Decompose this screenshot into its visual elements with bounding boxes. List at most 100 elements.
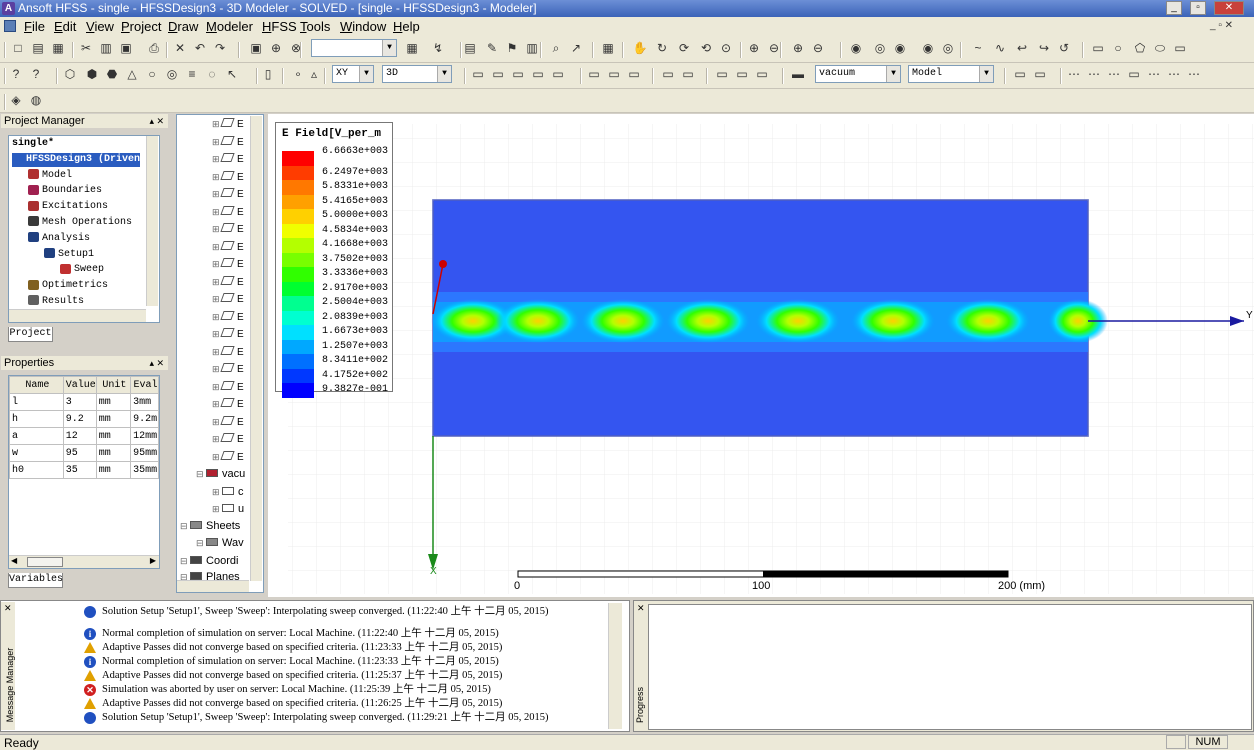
toolbar-1-icon-10[interactable]: ▣ xyxy=(248,40,264,56)
menu-edit[interactable]: Edit xyxy=(54,19,76,35)
menu-draw[interactable]: Draw xyxy=(168,19,198,35)
model-tree-item[interactable]: ⊞ E xyxy=(212,450,244,465)
toolbar-1-icon-40[interactable]: ↺ xyxy=(1056,40,1072,56)
toolbar-2-icon-18[interactable]: ▭ xyxy=(550,66,566,82)
toolbar-1-icon-26[interactable]: ⊙ xyxy=(718,40,734,56)
model-tree-group[interactable]: ⊞ u xyxy=(212,502,244,516)
model-tree-item[interactable]: ⊞ E xyxy=(212,362,244,377)
field-legend[interactable]: E Field[V_per_m 6.6663e+003 6.2497e+003 5.… xyxy=(275,122,393,398)
model-tree-item[interactable]: ⊞ E xyxy=(212,257,244,272)
project-tree-item[interactable]: Mesh Operations xyxy=(28,216,132,230)
message-row[interactable]: i Normal completion of simulation on serv… xyxy=(84,627,499,640)
menu-tools[interactable]: Tools xyxy=(300,19,330,35)
toolbar-2-icon-6[interactable]: ○ xyxy=(144,66,160,82)
toolbar-2-icon-17[interactable]: ▭ xyxy=(530,66,546,82)
model-tree-item[interactable]: ⊞ E xyxy=(212,415,244,430)
properties-cell[interactable]: 12 xyxy=(62,427,97,445)
close-button[interactable]: ✕ xyxy=(1214,1,1244,15)
toolbar-2-icon-36[interactable]: ⋯ xyxy=(1186,66,1202,82)
properties-cell[interactable]: 3 xyxy=(62,393,97,411)
toolbar-2-icon-14[interactable]: ▭ xyxy=(470,66,486,82)
toolbar-combo-blank[interactable]: ▼ xyxy=(311,39,397,57)
message-row[interactable]: Adaptive Passes did not converge based o… xyxy=(84,641,502,654)
model-tree-item[interactable]: ⊞ E xyxy=(212,345,244,360)
restore-button[interactable]: ▫ xyxy=(1190,1,1206,15)
properties-cell[interactable]: 9.2 xyxy=(62,410,97,428)
toolbar-2-icon-5[interactable]: △ xyxy=(124,66,140,82)
toolbar-2-icon-22[interactable]: ▭ xyxy=(660,66,676,82)
model-tree-item[interactable]: ⊞ E xyxy=(212,205,244,220)
toolbar-1-icon-38[interactable]: ↩ xyxy=(1014,40,1030,56)
toolbar-2-icon-20[interactable]: ▭ xyxy=(606,66,622,82)
toolbar-1-icon-7[interactable]: ✕ xyxy=(172,40,188,56)
toolbar-2-icon-10[interactable]: ↖ xyxy=(224,66,240,82)
message-row[interactable]: i Solution Setup 'Setup1', Sweep 'Sweep':… xyxy=(80,711,596,724)
toolbar-1-icon-36[interactable]: ~ xyxy=(970,40,986,56)
project-tree-item[interactable]: Sweep xyxy=(60,263,104,277)
model-tree-group[interactable]: ⊟ Coordi xyxy=(180,554,238,568)
menu-file[interactable]: File xyxy=(24,19,45,35)
document-icon[interactable] xyxy=(4,20,16,32)
menu-view[interactable]: View xyxy=(86,19,114,35)
model-tree-item[interactable]: ⊞ E xyxy=(212,135,244,150)
minimize-button[interactable]: _ xyxy=(1166,1,1182,15)
message-row[interactable]: i Solution Setup 'Setup1', Sweep 'Sweep':… xyxy=(80,605,596,618)
mode-select[interactable]: Model ▼ xyxy=(908,65,994,83)
toolbar-1-icon-18[interactable]: ▥ xyxy=(524,40,540,56)
toolbar-2-icon-3[interactable]: ⬢ xyxy=(84,66,100,82)
menu-modeler[interactable]: Modeler xyxy=(206,19,253,35)
toolbar-1-icon-8[interactable]: ↶ xyxy=(192,40,208,56)
toolbar-1-icon-24[interactable]: ⟳ xyxy=(676,40,692,56)
view-select[interactable]: 3D ▼ xyxy=(382,65,452,83)
toolbar-1-icon-23[interactable]: ↻ xyxy=(654,40,670,56)
toolbar-1-icon-3[interactable]: ✂ xyxy=(78,40,94,56)
toolbar-1-icon-41[interactable]: ▭ xyxy=(1090,40,1106,56)
menu-hfss[interactable]: HFSS xyxy=(262,19,297,35)
toolbar-1-icon-21[interactable]: ▦ xyxy=(600,40,616,56)
toolbar-1-icon-17[interactable]: ⚑ xyxy=(504,40,520,56)
model-tree-item[interactable]: ⊞ E xyxy=(212,152,244,167)
model-tree-group[interactable]: ⊟ vacu xyxy=(196,467,245,481)
modeler-viewport[interactable]: E Field[V_per_m 6.6663e+003 6.2497e+003 5.… xyxy=(268,114,1254,597)
project-tree-item[interactable]: HFSSDesign3 (Driven xyxy=(12,152,141,167)
toolbar-1-icon-5[interactable]: ▣ xyxy=(118,40,134,56)
toolbar-2-icon-8[interactable]: ≡ xyxy=(184,66,200,82)
message-row[interactable]: i Normal completion of simulation on serv… xyxy=(84,655,499,668)
toolbar-2-icon-19[interactable]: ▭ xyxy=(586,66,602,82)
project-tree-item[interactable]: Optimetrics xyxy=(28,279,108,293)
toolbar-1-icon-16[interactable]: ✎ xyxy=(484,40,500,56)
toolbar-1-icon-2[interactable]: ▦ xyxy=(50,40,66,56)
model-tree-hscroll[interactable] xyxy=(177,580,249,592)
toolbar-1-icon-31[interactable]: ◉ xyxy=(848,40,864,56)
properties-cell[interactable]: 95 xyxy=(62,444,97,462)
toolbar-1-icon-35[interactable]: ◎ xyxy=(940,40,956,56)
toolbar-2-icon-13[interactable]: ▵ xyxy=(306,66,322,82)
mdi-controls[interactable]: _ ▫ ✕ xyxy=(1210,20,1233,31)
model-tree-item[interactable]: ⊞ E xyxy=(212,292,244,307)
toolbar-1-icon-43[interactable]: ⬠ xyxy=(1132,40,1148,56)
model-tree-item[interactable]: ⊞ E xyxy=(212,397,244,412)
project-tree-item[interactable]: Excitations xyxy=(28,200,108,214)
toolbar-2-icon-35[interactable]: ⋯ xyxy=(1166,66,1182,82)
toolbar-2-icon-27[interactable]: ▬ xyxy=(790,66,806,82)
toolbar-1-icon-20[interactable]: ↗ xyxy=(568,40,584,56)
toolbar-1-icon-39[interactable]: ↪ xyxy=(1036,40,1052,56)
project-tree-item[interactable]: Model xyxy=(28,168,72,183)
toolbar-1-icon-9[interactable]: ↷ xyxy=(212,40,228,56)
model-tree-item[interactable]: ⊞ E xyxy=(212,117,244,132)
app-icon[interactable]: A xyxy=(2,2,15,15)
toolbar-1-icon-6[interactable]: ⎙ xyxy=(146,40,162,56)
toolbar-1-icon-27[interactable]: ⊕ xyxy=(746,40,762,56)
toolbar-2-icon-33[interactable]: ▭ xyxy=(1126,66,1142,82)
toolbar-2-icon-30[interactable]: ⋯ xyxy=(1066,66,1082,82)
message-row[interactable]: Adaptive Passes did not converge based o… xyxy=(84,697,502,710)
toolbar-1-icon-44[interactable]: ⬭ xyxy=(1152,40,1168,56)
toolbar-1-icon-13[interactable]: ▦ xyxy=(404,40,420,56)
model-tree-item[interactable]: ⊞ E xyxy=(212,170,244,185)
model-tree-item[interactable]: ⊞ E xyxy=(212,432,244,447)
toolbar-2-icon-32[interactable]: ⋯ xyxy=(1106,66,1122,82)
material-select[interactable]: vacuum ▼ xyxy=(815,65,901,83)
toolbar-2-icon-12[interactable]: ∘ xyxy=(290,66,306,82)
toolbar-1-icon-1[interactable]: ▤ xyxy=(30,40,46,56)
toolbar-1-icon-45[interactable]: ▭ xyxy=(1172,40,1188,56)
